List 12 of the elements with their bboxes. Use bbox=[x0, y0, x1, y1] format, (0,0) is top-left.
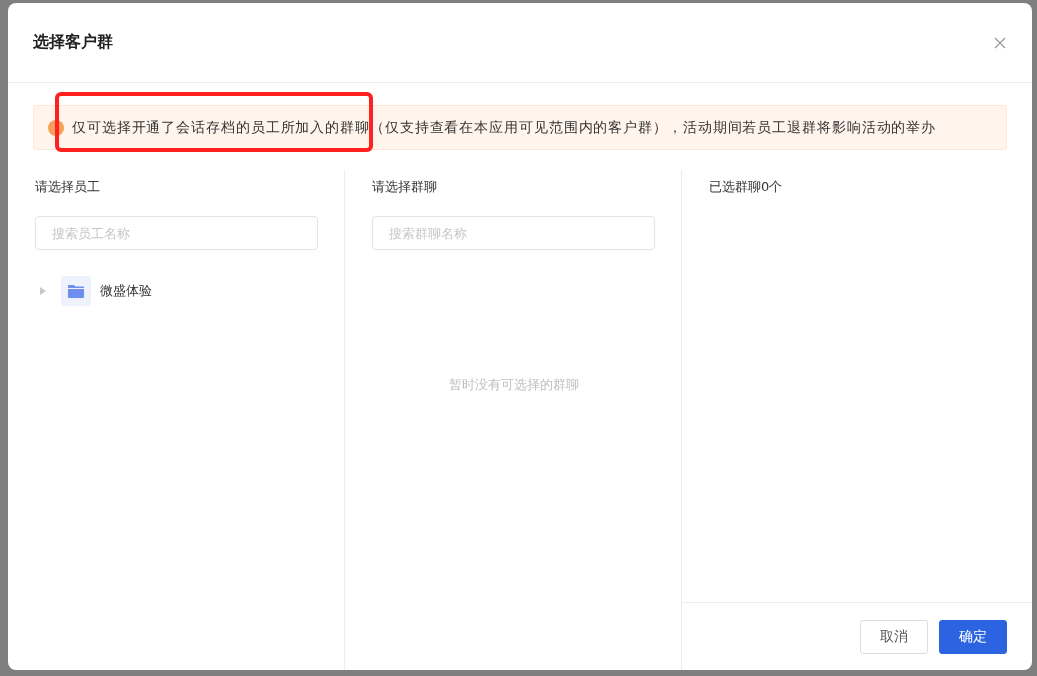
close-icon[interactable] bbox=[994, 36, 1006, 49]
empty-message: 暂时没有可选择的群聊 bbox=[448, 376, 579, 394]
column-title: 已选群聊0个 bbox=[708, 178, 784, 196]
cancel-button[interactable]: 取消 bbox=[860, 619, 928, 654]
tree-item[interactable]: 微盛体验 bbox=[100, 282, 152, 300]
column-title: 请选择员工 bbox=[35, 178, 101, 196]
folder-icon bbox=[61, 276, 91, 306]
caret-icon[interactable] bbox=[40, 287, 46, 295]
confirm-button[interactable]: 确定 bbox=[939, 619, 1007, 654]
notice-text: 仅可选择开通了会话存档的员工所加入的群聊（仅支持查看在本应用可见范围内的客户群），活动期间若员工退群将影响活动的举办 bbox=[72, 118, 937, 137]
column-title: 请选择群聊 bbox=[372, 178, 438, 196]
dialog-title: 选择客户群 bbox=[33, 32, 113, 53]
